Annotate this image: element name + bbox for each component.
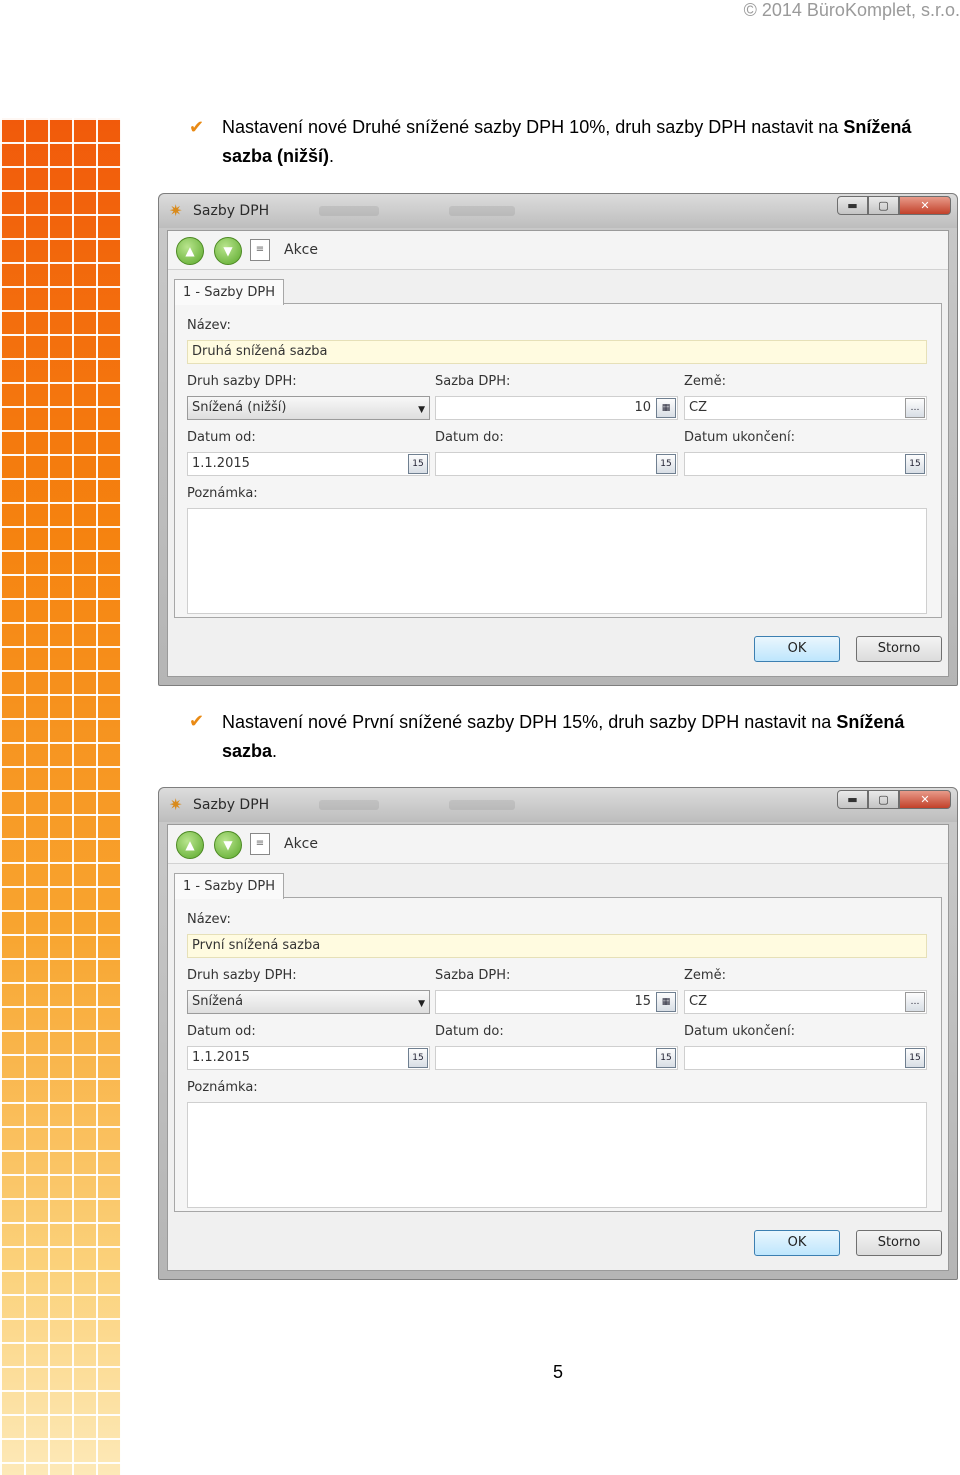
tab-sazby-dph[interactable]: 1 - Sazby DPH	[174, 279, 284, 305]
calendar-icon[interactable]: 15	[408, 454, 428, 474]
form-panel: Název: První snížená sazba Druh sazby DP…	[174, 897, 942, 1212]
document-cursor-icon[interactable]: ≡	[250, 239, 270, 261]
maximize-button[interactable]: ▢	[868, 790, 899, 809]
title-bar[interactable]: ✷ Sazby DPH ▬ ▢ ✕	[159, 788, 957, 822]
dialog-body: ▲ ▼ ≡ Akce 1 - Sazby DPH Název: První sn…	[167, 824, 949, 1271]
arrow-up-icon[interactable]: ▲	[176, 831, 204, 859]
blurred-title-part	[449, 800, 515, 810]
window-controls: ▬ ▢ ✕	[837, 196, 951, 216]
window-controls: ▬ ▢ ✕	[837, 790, 951, 810]
label-datum-ukonceni: Datum ukončení:	[684, 1024, 795, 1039]
datum-do-field[interactable]: 15	[435, 1046, 678, 1070]
label-datum-do: Datum do:	[435, 1024, 504, 1039]
label-druh: Druh sazby DPH:	[187, 374, 297, 389]
label-zeme: Země:	[684, 374, 726, 389]
label-nazev: Název:	[187, 318, 231, 333]
window-title: Sazby DPH	[193, 203, 270, 219]
label-datum-ukonceni: Datum ukončení:	[684, 430, 795, 445]
calendar-icon[interactable]: 15	[408, 1048, 428, 1068]
label-sazba: Sazba DPH:	[435, 374, 511, 389]
label-nazev: Název:	[187, 912, 231, 927]
label-datum-od: Datum od:	[187, 430, 256, 445]
sazba-field[interactable]: 10 ▦	[435, 396, 678, 420]
label-datum-od: Datum od:	[187, 1024, 256, 1039]
calculator-icon[interactable]: ▦	[656, 398, 676, 418]
arrow-down-icon[interactable]: ▼	[214, 237, 242, 265]
datum-ukonceni-field[interactable]: 15	[684, 452, 927, 476]
decorative-grid-strip	[0, 118, 121, 1475]
druh-select[interactable]: Snížená ▼	[187, 990, 430, 1014]
druh-select[interactable]: Snížená (nižší) ▼	[187, 396, 430, 420]
datum-od-field[interactable]: 1.1.2015 15	[187, 1046, 430, 1070]
sazba-field[interactable]: 15 ▦	[435, 990, 678, 1014]
calendar-icon[interactable]: 15	[656, 1048, 676, 1068]
arrow-down-icon[interactable]: ▼	[214, 831, 242, 859]
toolbar: ▲ ▼ ≡ Akce	[168, 231, 948, 270]
calendar-icon[interactable]: 15	[905, 1048, 925, 1068]
ellipsis-icon[interactable]: …	[905, 398, 925, 418]
calendar-icon[interactable]: 15	[905, 454, 925, 474]
close-button[interactable]: ✕	[899, 196, 951, 215]
zeme-field[interactable]: CZ…	[684, 396, 927, 420]
arrow-up-icon[interactable]: ▲	[176, 237, 204, 265]
dialog-sazby-dph-2: ✷ Sazby DPH ▬ ▢ ✕ ▲ ▼ ≡ Akce 1 - Sazby D…	[158, 787, 958, 1280]
label-poznamka: Poznámka:	[187, 486, 258, 501]
label-sazba: Sazba DPH:	[435, 968, 511, 983]
zeme-field[interactable]: CZ…	[684, 990, 927, 1014]
chevron-down-icon: ▼	[418, 999, 425, 1009]
label-zeme: Země:	[684, 968, 726, 983]
datum-do-field[interactable]: 15	[435, 452, 678, 476]
label-datum-do: Datum do:	[435, 430, 504, 445]
ok-button[interactable]: OK	[754, 1230, 840, 1256]
poznamka-textarea[interactable]	[187, 508, 927, 614]
copyright-header: © 2014 BüroKomplet, s.r.o.	[743, 0, 960, 20]
ellipsis-icon[interactable]: …	[905, 992, 925, 1012]
window-title: Sazby DPH	[193, 797, 270, 813]
chevron-down-icon: ▼	[418, 405, 425, 415]
checkmark-icon: ✔	[189, 117, 205, 137]
maximize-button[interactable]: ▢	[868, 196, 899, 215]
blurred-title-part	[319, 800, 379, 810]
calculator-icon[interactable]: ▦	[656, 992, 676, 1012]
label-druh: Druh sazby DPH:	[187, 968, 297, 983]
label-poznamka: Poznámka:	[187, 1080, 258, 1095]
close-button[interactable]: ✕	[899, 790, 951, 809]
actions-menu[interactable]: Akce	[284, 836, 318, 852]
calendar-icon[interactable]: 15	[656, 454, 676, 474]
form-panel: Název: Druhá snížená sazba Druh sazby DP…	[174, 303, 942, 618]
toolbar: ▲ ▼ ≡ Akce	[168, 825, 948, 864]
datum-ukonceni-field[interactable]: 15	[684, 1046, 927, 1070]
app-logo-icon: ✷	[169, 795, 183, 814]
blurred-title-part	[319, 206, 379, 216]
bullet-text-1: Nastavení nové Druhé snížené sazby DPH 1…	[222, 117, 912, 166]
blurred-title-part	[449, 206, 515, 216]
nazev-field[interactable]: Druhá snížená sazba	[187, 340, 927, 364]
datum-od-field[interactable]: 1.1.2015 15	[187, 452, 430, 476]
nazev-field[interactable]: První snížená sazba	[187, 934, 927, 958]
dialog-body: ▲ ▼ ≡ Akce 1 - Sazby DPH Název: Druhá sn…	[167, 230, 949, 677]
minimize-button[interactable]: ▬	[837, 196, 868, 215]
page-number: 5	[553, 1362, 564, 1382]
ok-button[interactable]: OK	[754, 636, 840, 662]
poznamka-textarea[interactable]	[187, 1102, 927, 1208]
checkmark-icon: ✔	[189, 711, 205, 731]
actions-menu[interactable]: Akce	[284, 242, 318, 258]
title-bar[interactable]: ✷ Sazby DPH ▬ ▢ ✕	[159, 194, 957, 228]
storno-button[interactable]: Storno	[856, 1230, 942, 1256]
document-cursor-icon[interactable]: ≡	[250, 833, 270, 855]
bullet-text-2: Nastavení nové První snížené sazby DPH 1…	[222, 712, 905, 761]
app-logo-icon: ✷	[169, 201, 183, 220]
minimize-button[interactable]: ▬	[837, 790, 868, 809]
storno-button[interactable]: Storno	[856, 636, 942, 662]
tab-sazby-dph[interactable]: 1 - Sazby DPH	[174, 873, 284, 899]
dialog-sazby-dph-1: ✷ Sazby DPH ▬ ▢ ✕ ▲ ▼ ≡ Akce 1 - Sazby D…	[158, 193, 958, 686]
